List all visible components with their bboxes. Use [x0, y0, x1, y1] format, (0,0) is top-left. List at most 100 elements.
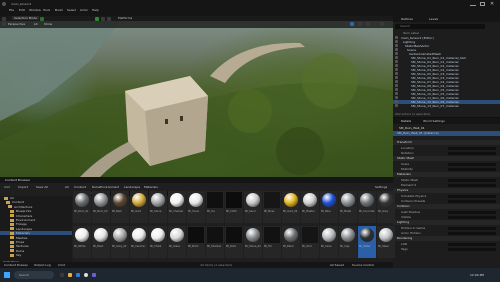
visibility-eye-icon[interactable] [395, 92, 398, 95]
asset-tile[interactable]: MI_Ceramic [130, 226, 148, 258]
details-property-value[interactable] [448, 211, 496, 214]
asset-tile[interactable]: MI_Blue [320, 191, 338, 223]
asset-tile[interactable]: MI_Bark [111, 191, 129, 223]
asset-tile[interactable]: MI_White [73, 226, 91, 258]
visibility-eye-icon[interactable] [395, 88, 398, 91]
folder-tree-item[interactable]: Characters [0, 214, 72, 218]
asset-tile[interactable]: MI_Water [358, 226, 376, 258]
details-actor-name[interactable]: SM_Ruin_Wall_01 [399, 126, 425, 130]
menu-help[interactable]: Help [92, 8, 99, 12]
visibility-eye-icon[interactable] [395, 64, 398, 67]
details-property-value[interactable] [448, 243, 496, 246]
viewport-menu-icon[interactable] [2, 22, 6, 26]
unreal-taskbar-icon[interactable] [84, 273, 88, 277]
tab-details[interactable]: Details [401, 119, 411, 123]
visibility-eye-icon[interactable] [395, 48, 398, 51]
visibility-eye-icon[interactable] [395, 36, 398, 39]
asset-tile[interactable]: MI_Stone [149, 191, 167, 223]
details-property-value[interactable] [448, 168, 496, 171]
folder-tree-item[interactable]: Foliage [0, 222, 72, 226]
breadcrumb-landscape[interactable]: Landscape [124, 185, 140, 189]
menu-tools[interactable]: Tools [43, 8, 50, 12]
asset-tile[interactable]: MI_Clay [339, 226, 357, 258]
grid-icon[interactable] [358, 22, 362, 26]
details-property-value[interactable] [448, 227, 496, 230]
taskview-icon[interactable] [60, 273, 64, 277]
save-all-button[interactable]: Save All [36, 185, 48, 189]
show-button[interactable]: Show [44, 22, 52, 26]
details-property-value[interactable] [448, 152, 496, 155]
details-section-header[interactable]: Physics [393, 188, 500, 193]
tab-outliner[interactable]: Outliner [401, 17, 413, 21]
asset-tile[interactable]: MI_Metal [339, 191, 357, 223]
details-property-value[interactable] [448, 248, 496, 251]
asset-tile[interactable]: MI_Cloth [225, 191, 243, 223]
folder-tree-item[interactable]: Landscape [0, 227, 72, 231]
asset-tile[interactable]: MI_Sand [244, 191, 262, 223]
details-property-value[interactable] [448, 195, 496, 198]
folder-tree-item[interactable]: Content [0, 200, 72, 204]
import-button[interactable]: Import [18, 185, 28, 189]
asset-tile[interactable]: MI_Stone_02 [244, 226, 262, 258]
perspective-button[interactable]: Perspective [8, 22, 25, 26]
selection-mode-button[interactable]: Selection Mode [12, 16, 39, 20]
details-property-value[interactable] [448, 184, 496, 187]
details-section-header[interactable]: Collision [393, 204, 500, 209]
asset-tile[interactable]: MI_Checker [168, 191, 186, 223]
asset-tile[interactable]: MI_Cave [320, 226, 338, 258]
menu-actor[interactable]: Actor [80, 8, 88, 12]
snap-icon[interactable] [350, 22, 354, 26]
asset-tile[interactable]: MI_Moss [263, 191, 281, 223]
visibility-eye-icon[interactable] [395, 104, 398, 107]
details-section-header[interactable]: Transform [393, 140, 500, 145]
minimize-button[interactable] [470, 2, 476, 6]
folder-tree-item[interactable]: All [0, 196, 72, 200]
cmd-input[interactable]: Cmd [58, 263, 65, 267]
asset-tile[interactable]: MI_Glass [168, 226, 186, 258]
content-drawer-button[interactable]: Content Drawer [4, 263, 28, 267]
explorer-icon[interactable] [68, 273, 72, 277]
asset-tile[interactable]: MI_Rock_01 [73, 191, 91, 223]
breadcrumb-ruins[interactable]: RuinsEnvironment [92, 185, 119, 189]
asset-tile[interactable]: MI_Gold_02 [282, 191, 300, 223]
folder-tree-item[interactable]: Textures [0, 244, 72, 248]
details-property-value[interactable] [448, 147, 496, 150]
camera-speed-icon[interactable] [366, 22, 370, 26]
chat-icon[interactable] [92, 273, 96, 277]
asset-tile[interactable]: MI_Tar [263, 226, 281, 258]
output-log-button[interactable]: Output Log [34, 263, 51, 267]
visibility-eye-icon[interactable] [395, 76, 398, 79]
visibility-eye-icon[interactable] [395, 100, 398, 103]
menu-file[interactable]: File [9, 8, 14, 12]
folder-tree-item[interactable]: Blueprints [0, 209, 72, 213]
asset-tile[interactable]: MI_Gold [130, 191, 148, 223]
visibility-eye-icon[interactable] [395, 44, 398, 47]
folder-tree-item[interactable]: Materials [0, 231, 72, 236]
details-section-header[interactable]: Lighting [393, 220, 500, 225]
tab-levels[interactable]: Levels [429, 17, 438, 21]
details-property-value[interactable] [448, 179, 496, 182]
taskbar-search[interactable]: Search [14, 271, 54, 279]
details-section-header[interactable]: Materials [393, 172, 500, 177]
asset-tile[interactable]: MI_Black [282, 226, 300, 258]
details-component-row[interactable]: SM_Ruin_Wall_01 (Instance) [393, 131, 500, 136]
visibility-eye-icon[interactable] [395, 40, 398, 43]
details-property-value[interactable] [448, 200, 496, 203]
maximize-viewport-icon[interactable] [380, 22, 384, 26]
maximize-button[interactable] [480, 2, 485, 6]
details-property-value[interactable] [448, 163, 496, 166]
folder-tree-item[interactable]: Ruins [0, 249, 72, 253]
asset-tile[interactable]: MI_Brick [187, 226, 205, 258]
visibility-eye-icon[interactable] [395, 72, 398, 75]
outliner-row[interactable]: SM_Stone_13_Ruin_07_material [393, 104, 500, 108]
close-button[interactable]: ✕ [490, 1, 496, 7]
tab-world-settings[interactable]: World Settings [423, 119, 445, 123]
breadcrumb-materials[interactable]: Materials [144, 185, 158, 189]
asset-tile[interactable]: MI_Plaster [301, 191, 319, 223]
visibility-eye-icon[interactable] [395, 56, 398, 59]
visibility-eye-icon[interactable] [395, 52, 398, 55]
asset-tile[interactable]: MI_Dark [225, 226, 243, 258]
folder-tree-item[interactable]: Meshes [0, 236, 72, 240]
details-property-value[interactable] [448, 232, 496, 235]
folder-tree-item[interactable]: Sky [0, 253, 72, 257]
